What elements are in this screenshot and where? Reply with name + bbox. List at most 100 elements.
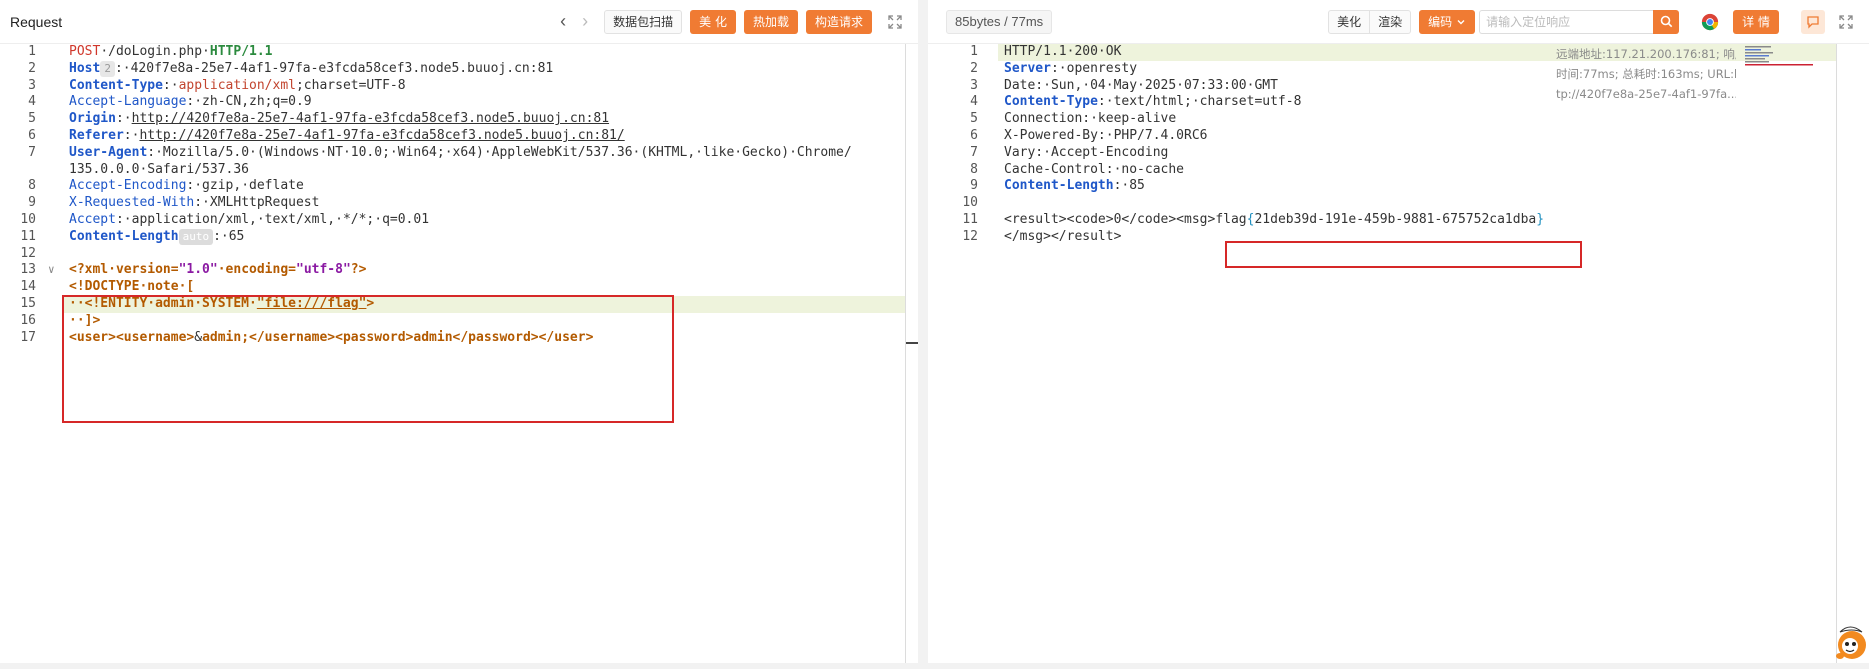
code-line: 10 Accept:·application/xml,·text/xml,·*/*…: [0, 212, 905, 229]
code-text: X-Requested-With:·XMLHttpRequest: [69, 195, 319, 212]
line-number: 7: [28, 144, 36, 160]
line-number: 11: [20, 228, 36, 244]
code-line: 135.0.0.0·Safari/537.36: [0, 162, 905, 179]
code-line: 14 <!DOCTYPE·note·[: [0, 279, 905, 296]
code-token: 21deb39d-191e-459b-9881-675752ca1dba: [1254, 212, 1537, 227]
response-scrollbar[interactable]: [1836, 44, 1837, 663]
scan-button[interactable]: 数据包扫描: [604, 9, 683, 34]
code-token: http://420f7e8a-25e7-4af1-97fa-e3fcda58c…: [139, 128, 625, 143]
code-token: "1.0": [178, 262, 218, 278]
request-toolbar: Request ‹ › 数据包扫描 美 化 热加载 构造请求: [0, 0, 918, 44]
code-token: Cache-Control:·no-cache: [1004, 161, 1185, 177]
forward-arrow-icon[interactable]: ›: [574, 11, 596, 33]
code-text: Accept:·application/xml,·text/xml,·*/*;·…: [69, 212, 429, 229]
line-number: 13: [20, 262, 36, 278]
line-number: 3: [28, 77, 36, 93]
code-token: :·85: [1113, 178, 1145, 194]
code-text: Content-Type:·application/xml;charset=UT…: [69, 78, 406, 95]
code-line: 10: [928, 195, 1848, 212]
code-token: X-Requested-With: [69, 195, 195, 211]
response-fullscreen-icon[interactable]: [1837, 13, 1855, 31]
response-beautify-button[interactable]: 美化: [1328, 9, 1371, 34]
mascot-icon[interactable]: [1830, 612, 1869, 664]
pane-divider[interactable]: [918, 0, 928, 663]
comment-icon[interactable]: [1801, 9, 1825, 34]
detail-button[interactable]: 详 情: [1733, 9, 1779, 34]
code-line: 1 POST·/doLogin.php·HTTP/1.1: [0, 44, 905, 61]
code-text: Origin:·http://420f7e8a-25e7-4af1-97fa-e…: [69, 111, 609, 128]
code-token: :·: [162, 77, 179, 93]
encode-dropdown[interactable]: 编码: [1419, 9, 1476, 34]
request-scrollbar[interactable]: [905, 44, 906, 663]
code-token: :·zh-CN,zh;q=0.9: [186, 94, 312, 110]
code-text: </msg></result>: [1004, 229, 1121, 246]
code-token: application/xml: [178, 77, 296, 93]
code-token: :·65: [213, 228, 245, 244]
code-line: 4 Accept-Language:·zh-CN,zh;q=0.9: [0, 94, 905, 111]
line-number: 8: [970, 161, 978, 177]
code-text: Referer:·http://420f7e8a-25e7-4af1-97fa-…: [69, 128, 625, 145]
code-line: 7 User-Agent:·Mozilla/5.0·(Windows·NT·10.…: [0, 145, 905, 162]
construct-request-button[interactable]: 构造请求: [805, 9, 872, 34]
code-token: Content-Type: [1004, 94, 1098, 110]
chevron-down-icon: [1457, 19, 1465, 24]
line-number: 15: [20, 296, 36, 311]
response-search-input[interactable]: [1479, 9, 1654, 34]
code-token: <result><code>0</code><msg>flag: [1004, 212, 1247, 227]
request-pane: Request ‹ › 数据包扫描 美 化 热加载 构造请求 1 POST·/do…: [0, 0, 920, 663]
line-number: 2: [28, 60, 36, 76]
beautify-button[interactable]: 美 化: [690, 9, 736, 34]
back-arrow-icon[interactable]: ‹: [552, 11, 574, 33]
code-line: 13 <?xml·version="1.0"·encoding="utf-8"?>: [0, 262, 905, 279]
code-token: Connection:·keep-alive: [1004, 111, 1177, 127]
line-number: 14: [20, 279, 36, 295]
fullscreen-icon[interactable]: [886, 13, 904, 31]
code-token: Origin: [69, 111, 116, 127]
fold-chevron-icon[interactable]: ∨: [48, 262, 55, 279]
code-token: 2: [100, 60, 115, 77]
xxe-payload-highlight-box: [62, 295, 674, 423]
response-stat-badge: 85bytes / 77ms: [946, 9, 1053, 34]
code-token: ?>: [350, 262, 367, 278]
code-token: Referer: [69, 128, 124, 143]
meta-line-url: tp://420f7e8a-25e7-4af1-97fa...: [1556, 87, 1736, 101]
code-token: :·Mozilla/5.0·(Windows·NT·10.0;·Win64;·x…: [147, 144, 852, 160]
code-line: 5 Connection:·keep-alive: [928, 111, 1848, 128]
search-icon[interactable]: [1653, 9, 1680, 34]
code-token: Content-Type: [69, 77, 163, 93]
hotload-button[interactable]: 热加载: [743, 9, 798, 34]
code-token: Accept-Language: [69, 94, 187, 110]
response-minimap[interactable]: [1745, 46, 1813, 68]
code-token: 135.0.0.0·Safari/537.36: [69, 161, 250, 177]
code-line: 9 X-Requested-With:·XMLHttpRequest: [0, 195, 905, 212]
code-token: :·: [115, 111, 132, 127]
code-token: HTTP/1.1·200·OK: [1004, 44, 1122, 59]
code-token: :·gzip,·deflate: [186, 178, 304, 194]
render-button[interactable]: 渲染: [1370, 9, 1412, 34]
code-token: POST: [69, 44, 101, 59]
code-line: 5 Origin:·http://420f7e8a-25e7-4af1-97fa-…: [0, 111, 905, 128]
code-line: 6 Referer:·http://420f7e8a-25e7-4af1-97fa…: [0, 128, 905, 145]
line-number: 1: [28, 44, 36, 59]
code-token: Host: [69, 60, 101, 76]
code-text: Content-Length auto:·65: [69, 228, 245, 246]
flag-highlight-box: [1225, 241, 1582, 268]
response-toolbar: 85bytes / 77ms 美化 渲染 编码 详 情: [928, 0, 1869, 44]
code-token: ·/doLogin.php·: [100, 44, 210, 59]
code-token: User-Agent: [69, 144, 148, 160]
code-text: Content-Length:·85: [1004, 178, 1145, 195]
code-token: auto: [178, 228, 214, 245]
response-editor[interactable]: 1 HTTP/1.1·200·OK 2 Server:·openresty 3 Date:…: [928, 44, 1869, 663]
code-text: POST·/doLogin.php·HTTP/1.1: [69, 44, 273, 61]
code-text: Host 2:·420f7e8a-25e7-4af1-97fa-e3fcda58c…: [69, 60, 553, 78]
code-token: Vary:·Accept-Encoding: [1004, 144, 1169, 160]
line-number: 11: [962, 212, 978, 227]
meta-line-timing: 时间:77ms; 总耗时:163ms; URL:ht: [1556, 67, 1736, 81]
code-line: 6 X-Powered-By:·PHP/7.4.0RC6: [928, 128, 1848, 145]
code-text: <!DOCTYPE·note·[: [69, 279, 194, 296]
code-line: 11 Content-Length auto:·65: [0, 228, 905, 246]
code-token: ;charset=UTF-8: [295, 77, 406, 93]
response-meta-info: 远端地址:117.21.200.176:81; 响应 时间:77ms; 总耗时:…: [1556, 44, 1736, 104]
chrome-icon[interactable]: [1701, 13, 1719, 31]
meta-line-remote: 远端地址:117.21.200.176:81; 响应: [1556, 47, 1736, 61]
